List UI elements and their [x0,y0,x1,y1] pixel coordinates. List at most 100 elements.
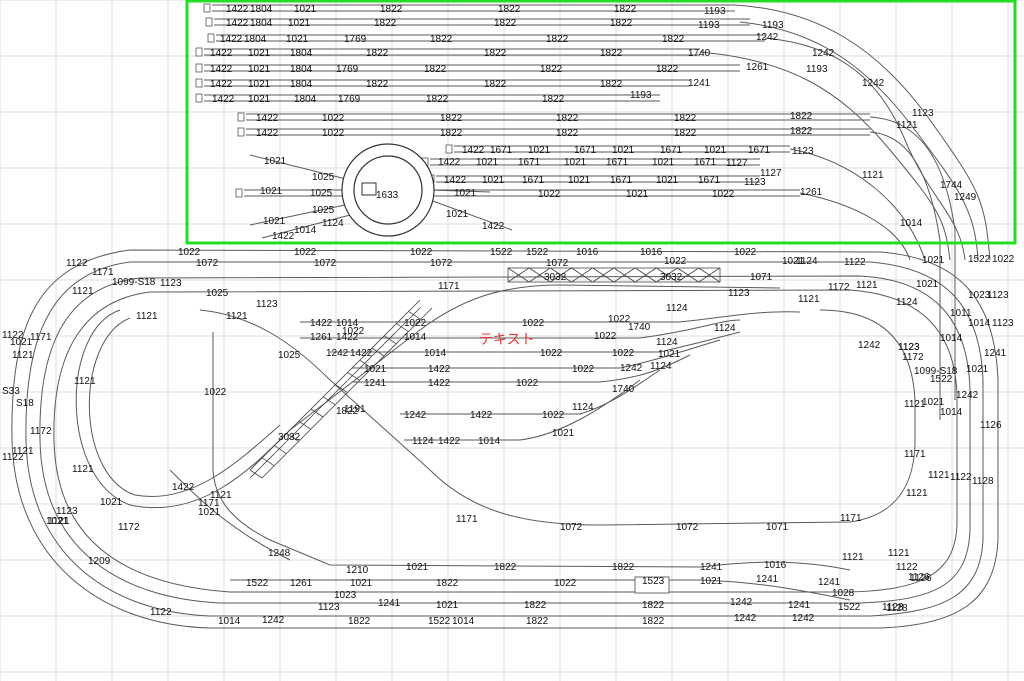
bridge-structures[interactable] [249,267,721,594]
track-label: 1822 [426,94,449,105]
track-label: 1261 [800,187,823,198]
track-label: 1121 [928,470,950,481]
buffer-stop[interactable] [207,33,215,43]
track-label: 1522 [838,602,861,613]
track-label: 1021 [288,18,311,29]
layout-canvas[interactable]: 1422 1804 1021 1822 1822 1822 1193 1422 1804 1021… [0,0,1024,681]
track-label: 1022 [664,256,687,267]
track-label: 1671 [694,157,717,168]
track-label: 1422 [428,378,451,389]
track-label: 1022 [542,410,565,421]
track-label: 1021 [564,157,587,168]
track-label: 1021 [406,562,429,573]
track-label: 1022 [178,247,201,258]
track-label: 1193 [630,90,652,101]
track-label: 1124 [666,303,688,314]
buffer-stop[interactable] [235,188,243,198]
track-label: 1822 [424,64,447,75]
track-label: 1021 [454,188,477,199]
track-label: 1014 [940,333,963,344]
track-label: 1124 [412,436,434,447]
track-label: 1121 [12,350,34,361]
track-label: 1422 [210,48,233,59]
track-label: 1671 [522,175,545,186]
track-label: 1022 [734,247,757,258]
track-label: 1241 [364,378,387,389]
track-label: 1522 [246,578,269,589]
track-label: 1242 [404,410,427,421]
track-label: 1021 [286,34,309,45]
track-label: 1769 [338,94,361,105]
track-label: 1021 [626,189,649,200]
track-piece[interactable] [88,317,281,497]
track-label: 1025 [206,288,229,299]
track-label: 1193 [762,20,784,31]
track-labels: 1422 1804 1021 1822 1822 1822 1193 1422 1804 1021… [2,4,1015,627]
track-label: 1021 [476,157,499,168]
track-label: 1126 [908,572,930,583]
buffer-stop[interactable] [195,47,203,57]
track-layout-diagram[interactable]: 1422 1804 1021 1822 1822 1822 1193 1422 1804 1021… [0,0,1024,681]
track-label: 1022 [712,189,735,200]
track-label: 1822 [436,578,459,589]
track-label: 1021 [350,578,373,589]
track-label: 1241 [788,600,811,611]
turntable-label: 1633 [376,190,399,201]
buffer-stop[interactable] [195,93,203,103]
track-label: 1241 [984,348,1007,359]
track-label: 1804 [290,79,313,90]
track-piece[interactable] [404,379,641,441]
track-label: 1121 [48,516,70,527]
buffer-stop[interactable] [237,112,245,122]
track-piece[interactable] [300,311,801,323]
track-label: 1022 [322,113,345,124]
buffer-stop[interactable] [205,17,213,27]
track-label: 1014 [404,332,427,343]
track-label: 1522 [968,254,991,265]
buffer-stop[interactable] [203,3,211,13]
turntable[interactable]: 1633 [341,143,435,237]
track-label: 1422 [256,113,279,124]
track-label: 1021 [916,279,939,290]
track-label: 1193 [704,6,726,17]
track-label: 1744 [940,180,963,191]
track-label: 1522 [526,247,549,258]
track-label: 1128 [882,602,904,613]
track-label: 1021 [248,64,271,75]
track-label: 1769 [336,64,359,75]
track-label: 1522 [490,247,513,258]
track-label: 1522 [428,616,451,627]
track-pieces[interactable] [11,3,999,629]
track-label: 1022 [992,254,1015,265]
track-label: 1126 [980,420,1002,431]
track-label: 1422 [272,231,295,242]
track-label: 1804 [250,4,273,15]
track-piece[interactable] [799,192,911,261]
track-label: 1014 [900,218,923,229]
annotation-text[interactable]: テキスト [479,332,535,348]
track-label: 1123 [744,177,766,188]
track-label: 1822 [656,64,679,75]
track-label: 1124 [572,402,594,413]
track-label: 1021 [248,79,271,90]
track-label: 1072 [546,258,569,269]
track-label: 1121 [906,488,928,499]
track-label: 1014 [478,436,501,447]
track-label: 1122 [2,452,24,463]
buffer-stop[interactable] [195,63,203,73]
track-label: 1171 [30,332,52,343]
track-label: 1422 [310,318,333,329]
track-piece[interactable] [75,284,781,509]
track-label: 1021 [482,175,505,186]
track-label: 1028 [832,588,855,599]
buffer-stop[interactable] [237,127,245,137]
track-label: 1261 [310,332,333,343]
track-label: 1127 [726,158,748,169]
track-label: 1671 [606,157,629,168]
track-label: 1172 [902,352,924,363]
track-label: 3032 [660,272,683,283]
track-label: 1022 [594,331,617,342]
track-label: 1822 [526,616,549,627]
buffer-stop[interactable] [445,144,453,154]
buffer-stop[interactable] [195,78,203,88]
